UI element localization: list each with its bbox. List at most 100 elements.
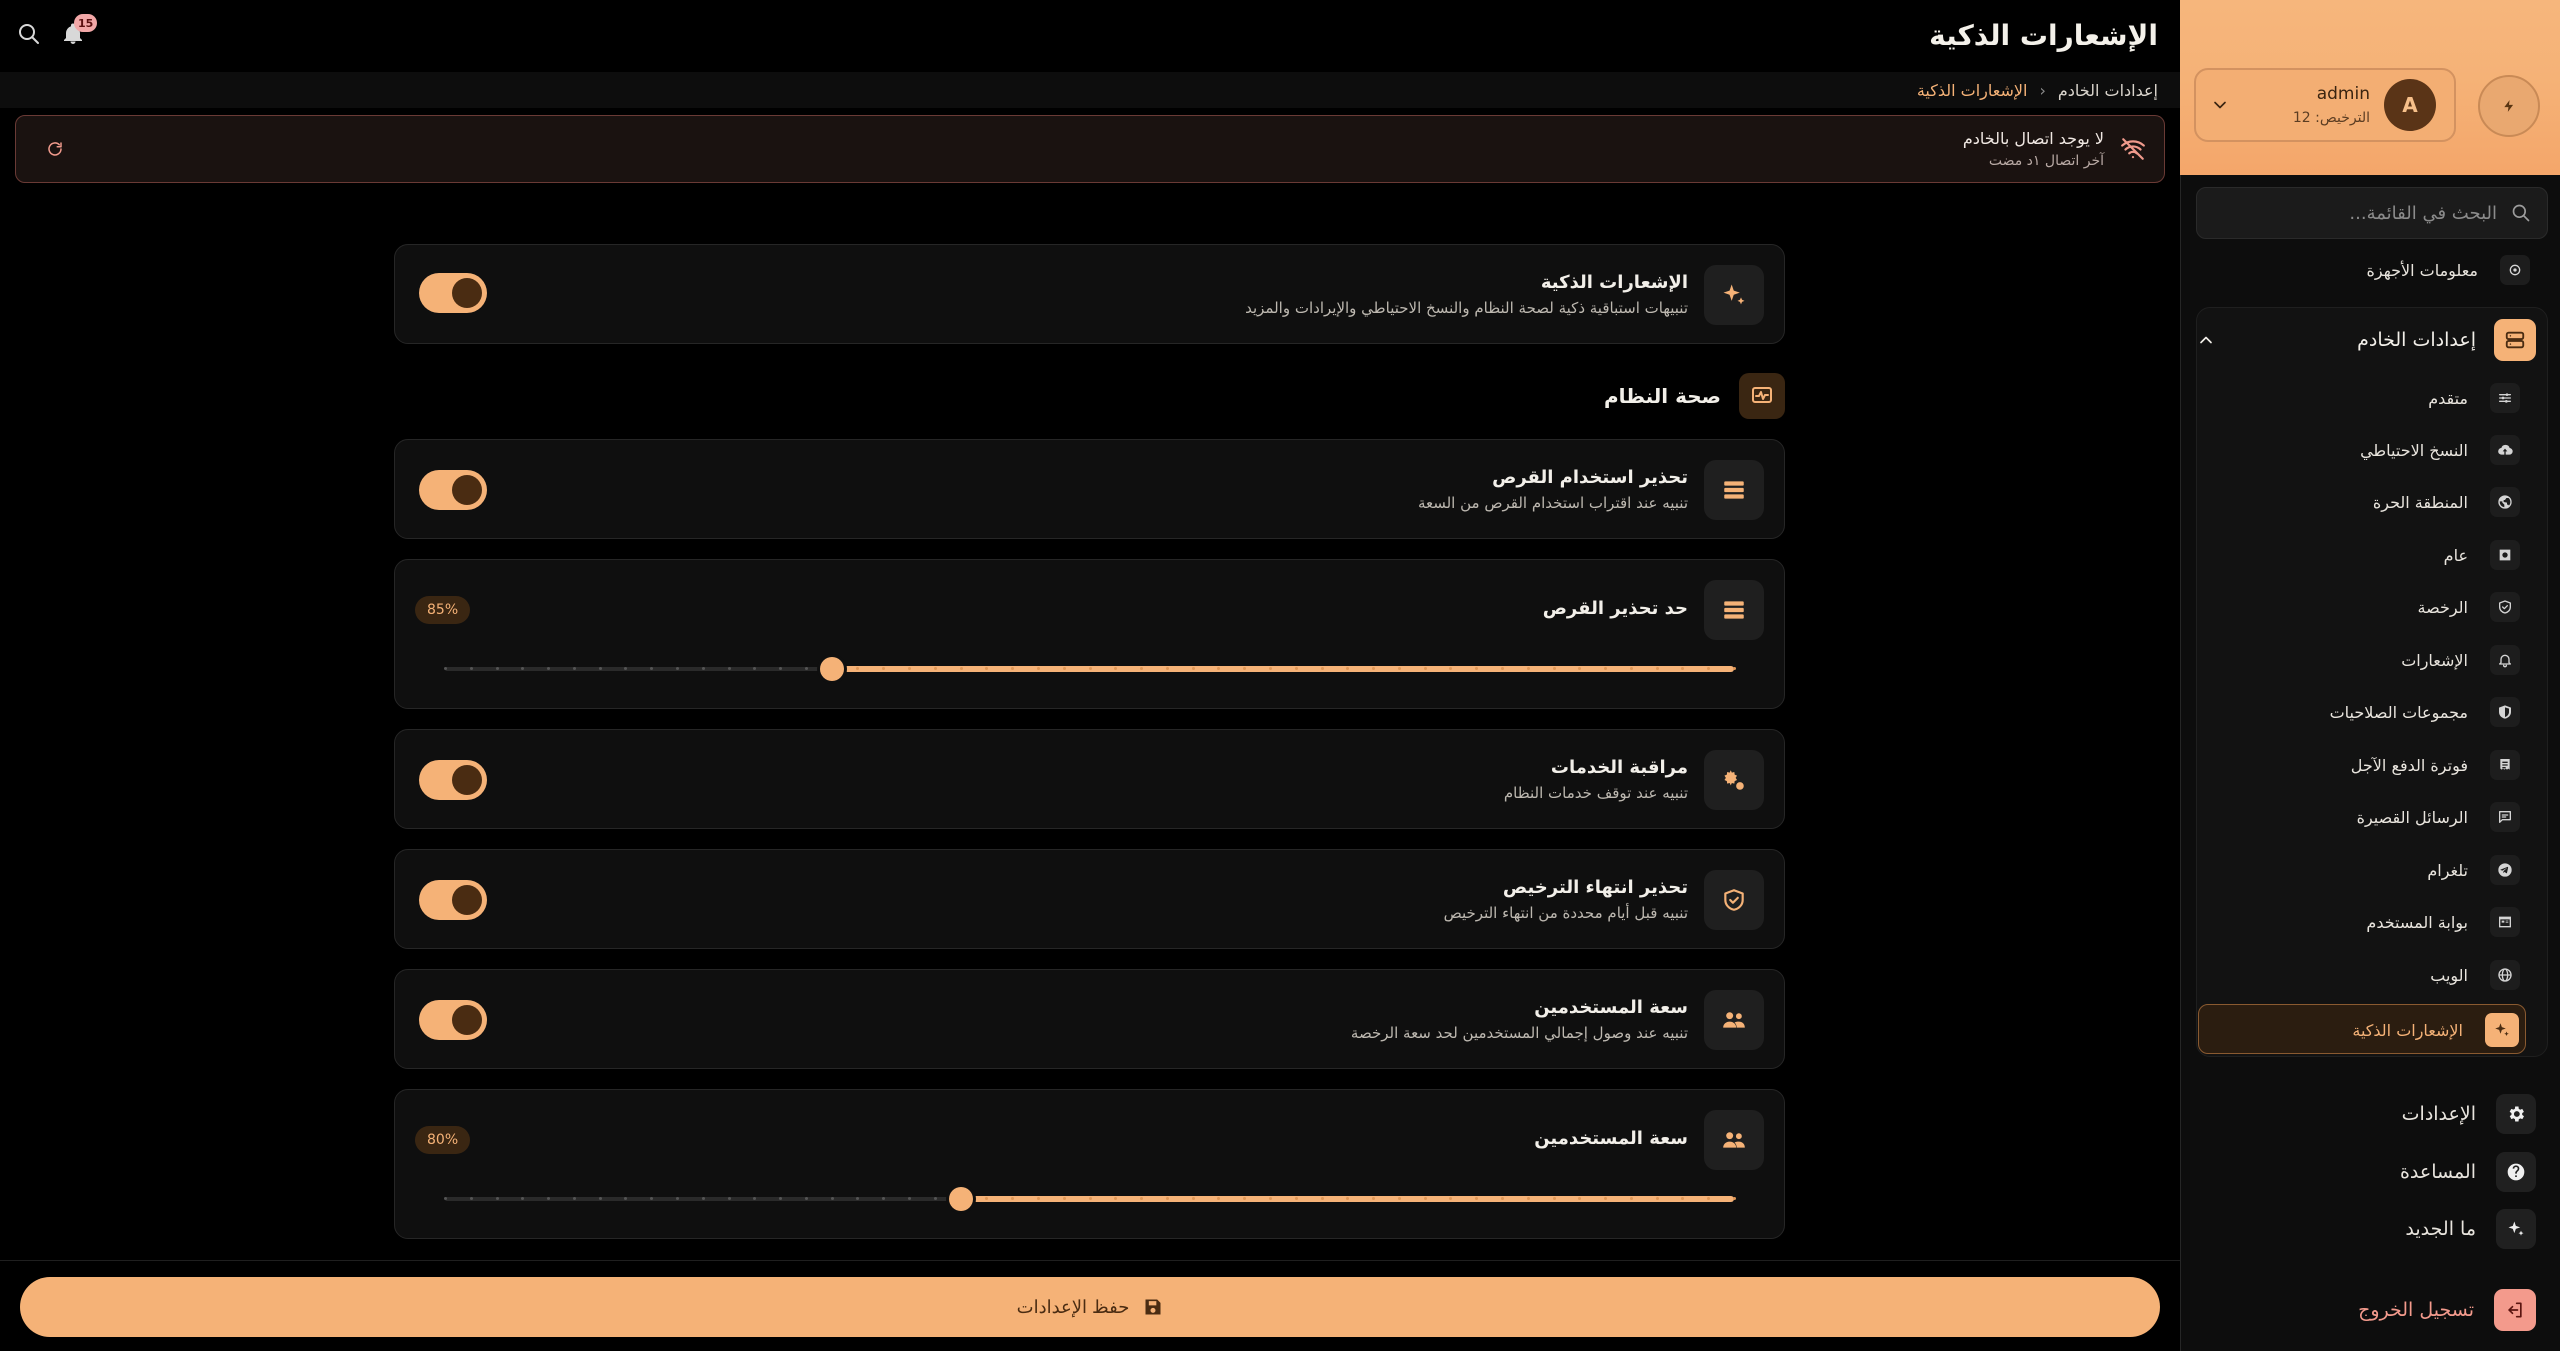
sidebar-item-sms[interactable]: الرسائل القصيرة [2357, 795, 2520, 839]
user-capacity-toggle[interactable] [419, 1000, 487, 1040]
users-icon [1723, 1132, 1745, 1148]
slider-fill [831, 666, 1734, 672]
card-icon-box [1704, 265, 1764, 325]
slider-tick [1500, 667, 1504, 670]
user-threshold-slider[interactable] [444, 1184, 1736, 1214]
sidebar-search-input[interactable] [2213, 202, 2497, 224]
notification-badge: 15 [74, 14, 98, 32]
users-icon [1723, 1012, 1745, 1028]
user-menu[interactable]: A admin الترخيص: 12 [2194, 68, 2456, 142]
chevron-up-icon [2200, 336, 2212, 344]
search-button[interactable] [14, 14, 44, 54]
message-icon [2490, 802, 2520, 832]
sidebar-item-settings[interactable]: الإعدادات [2402, 1092, 2536, 1136]
sidebar-item-label: معلومات الأجهزة [2366, 260, 2479, 280]
slider-tick [1552, 1197, 1556, 1200]
sidebar-item-smart-notifications[interactable]: الإشعارات الذكية [2198, 1004, 2526, 1054]
sidebar-item-logout[interactable]: تسجيل الخروج [2358, 1288, 2536, 1332]
footer-bar: حفظ الإعدادات [0, 1260, 2180, 1351]
sidebar-item-free-zone[interactable]: المنطقة الحرة [2373, 480, 2520, 524]
card-description: تنبيهات استباقية ذكية لصحة النظام والنسخ… [1245, 299, 1688, 317]
slider-tick [1036, 667, 1040, 670]
sidebar-item-label: الرخصة [2417, 597, 2469, 617]
page-title: الإشعارات الذكية [1929, 18, 2158, 52]
user-info: admin الترخيص: 12 [2230, 84, 2370, 126]
sidebar-item-label: تسجيل الخروج [2358, 1299, 2474, 1321]
slider-tick [1088, 1197, 1092, 1200]
sidebar-group-label: إعدادات الخادم [2357, 329, 2476, 351]
notifications-button[interactable]: 15 [58, 14, 98, 54]
disk-warning-toggle[interactable] [419, 470, 487, 510]
sidebar-item-permission-groups[interactable]: مجموعات الصلاحيات [2330, 690, 2520, 734]
sidebar-header: A admin الترخيص: 12 [2180, 0, 2560, 175]
slider-tick [444, 1197, 447, 1200]
sidebar-item-notifications[interactable]: الإشعارات [2401, 638, 2520, 682]
sidebar-item-label: الرسائل القصيرة [2356, 807, 2468, 827]
section-icon-box [1739, 373, 1785, 419]
slider-thumb[interactable] [819, 657, 844, 681]
sidebar-item-license[interactable]: الرخصة [2417, 585, 2520, 629]
user-name: admin [2316, 84, 2370, 104]
user-threshold-card: سعة المستخدمين 80% [394, 1089, 1785, 1239]
services-toggle[interactable] [419, 760, 487, 800]
gear-icon [2496, 1094, 2536, 1134]
search-icon [19, 24, 39, 44]
save-settings-button[interactable]: حفظ الإعدادات [20, 1277, 2160, 1337]
license-expiry-toggle[interactable] [419, 880, 487, 920]
disk-threshold-slider[interactable] [444, 654, 1736, 684]
slider-tick [701, 1197, 705, 1200]
card-icon-box [1704, 870, 1764, 930]
card-title: سعة المستخدمين [1534, 997, 1688, 1018]
wifi-off-icon [2121, 138, 2145, 160]
card-title: الإشعارات الذكية [1540, 272, 1688, 293]
sidebar-item-label: المنطقة الحرة [2372, 492, 2468, 512]
section-title: صحة النظام [1603, 384, 1721, 408]
card-icon-box [1704, 580, 1764, 640]
square-dot-icon [2490, 540, 2520, 570]
card-icon-box [1704, 990, 1764, 1050]
sidebar-item-user-portal[interactable]: بوابة المستخدم [2366, 900, 2520, 944]
sliders-icon [2490, 383, 2520, 413]
slider-tick [1655, 667, 1659, 670]
sidebar-group-server-settings[interactable]: إعدادات الخادم [2196, 318, 2536, 362]
slider-tick [1294, 1197, 1298, 1200]
sidebar-item-label: المساعدة [2399, 1161, 2476, 1183]
sidebar-item-whats-new[interactable]: ما الجديد [2405, 1207, 2536, 1251]
slider-tick [495, 1197, 499, 1200]
logo[interactable] [2478, 75, 2540, 137]
chip-icon [2500, 255, 2530, 285]
search-icon [2512, 204, 2530, 222]
sidebar-item-label: الإعدادات [2401, 1103, 2476, 1125]
sidebar-item-postpaid-billing[interactable]: فوترة الدفع الآجل [2351, 743, 2520, 787]
sidebar-item-general[interactable]: عام [2444, 533, 2520, 577]
sidebar-item-label: الويب [2430, 965, 2468, 985]
sidebar-item-telegram[interactable]: تلغرام [2427, 848, 2520, 892]
sidebar-item-devices[interactable]: معلومات الأجهزة [2366, 248, 2530, 292]
user-license: الترخيص: 12 [2292, 110, 2370, 126]
toggle-knob [452, 1005, 482, 1035]
sidebar-item-help[interactable]: المساعدة [2400, 1150, 2536, 1194]
threshold-value-badge: 85% [415, 596, 471, 624]
slider-tick [444, 667, 447, 670]
cloud-upload-icon [2490, 435, 2520, 465]
sidebar-item-advanced[interactable]: متقدم [2428, 376, 2520, 420]
alert-title: لا يوجد اتصال بالخادم [1962, 129, 2104, 148]
slider-tick [1268, 1197, 1272, 1200]
breadcrumb-parent[interactable]: إعدادات الخادم [2058, 81, 2158, 100]
master-toggle[interactable] [419, 273, 487, 313]
breadcrumb-separator: ‹ [2039, 80, 2046, 100]
slider-tick [1062, 1197, 1066, 1200]
sidebar-item-backup[interactable]: النسخ الاحتياطي [2360, 428, 2520, 472]
slider-thumb[interactable] [948, 1187, 973, 1211]
refresh-button[interactable] [46, 140, 64, 158]
card-title: حد تحذير القرص [1542, 598, 1688, 619]
storage-icon [1724, 481, 1744, 499]
slider-tick [1500, 1197, 1504, 1200]
slider-tick [1191, 667, 1195, 670]
sidebar-item-label: الإشعارات الذكية [2352, 1020, 2463, 1040]
disk-threshold-card: حد تحذير القرص 85% [394, 559, 1785, 709]
slider-tick [1552, 667, 1556, 670]
sidebar-item-web[interactable]: الويب [2430, 953, 2520, 997]
user-capacity-card: سعة المستخدمين تنبيه عند وصول إجمالي الم… [394, 969, 1785, 1069]
active-item-content: الإشعارات الذكية [2352, 1008, 2519, 1052]
